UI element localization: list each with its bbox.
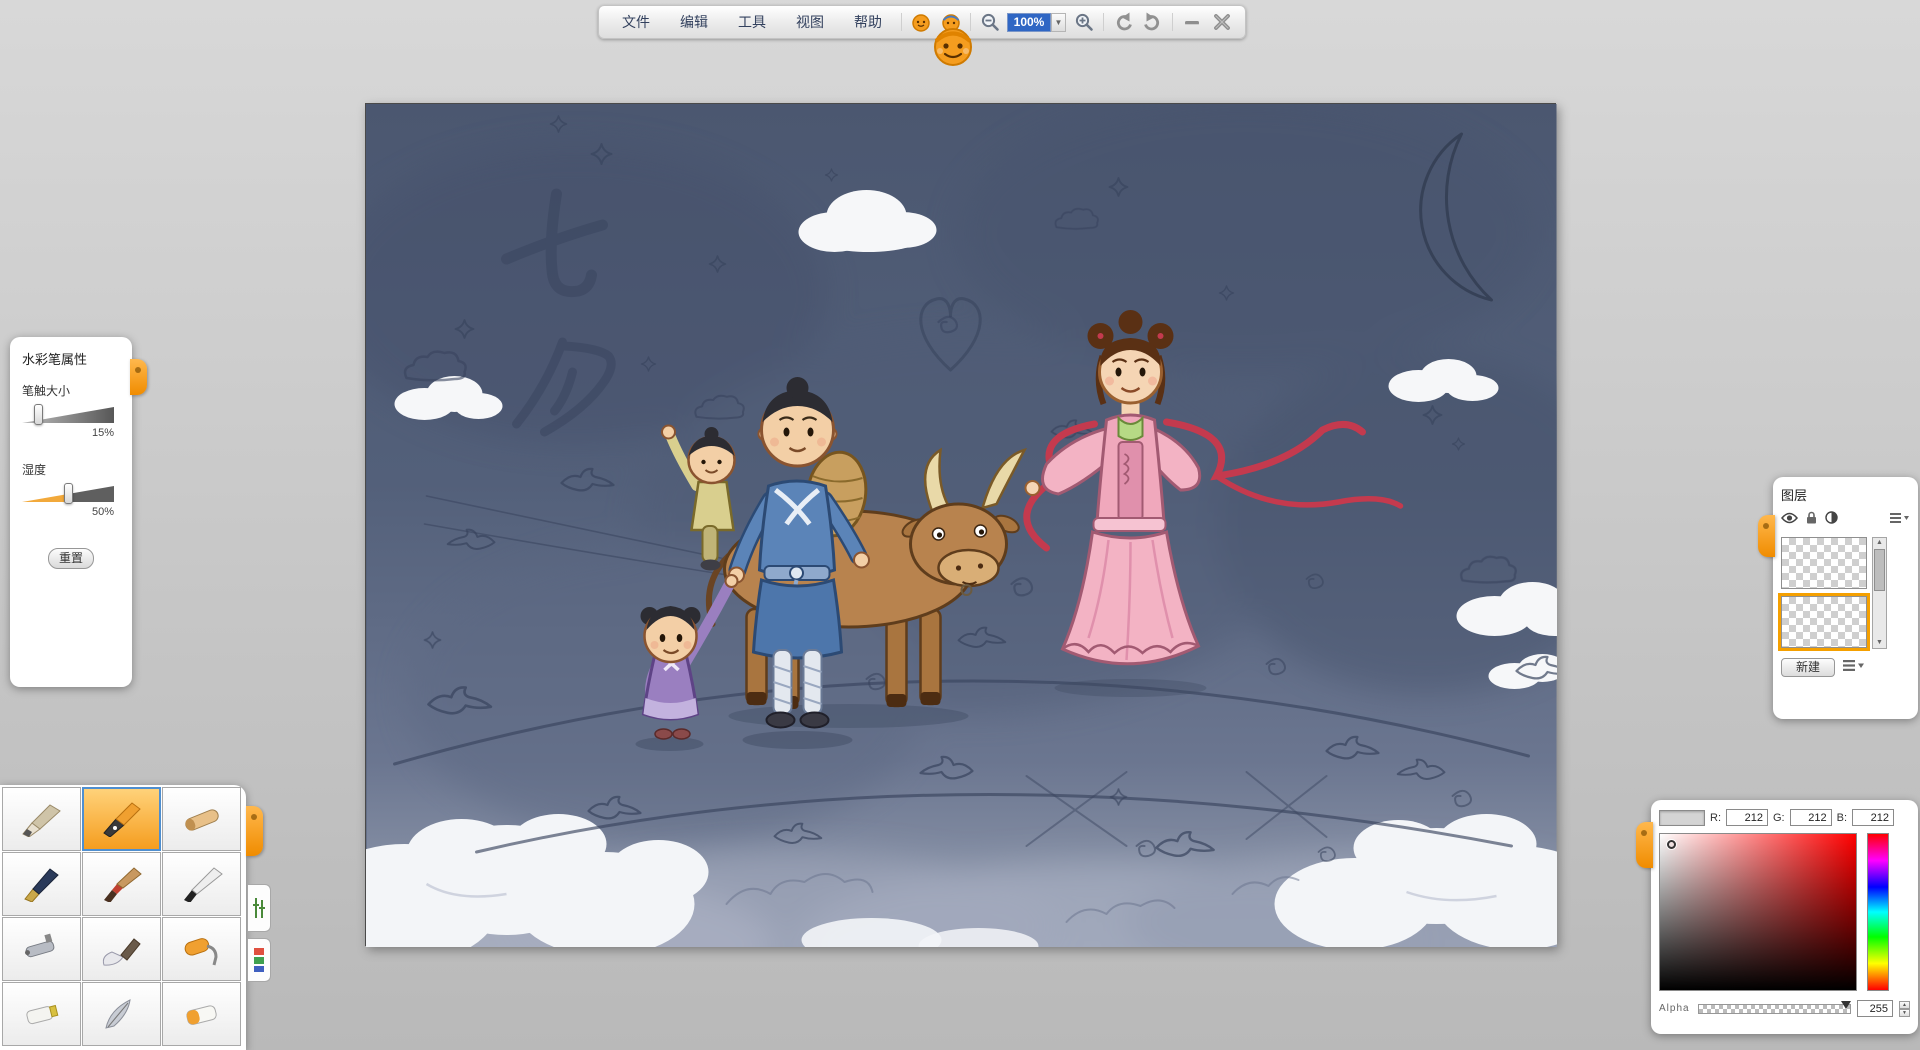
menu-file[interactable]: 文件: [607, 6, 665, 38]
layer-lock-icon[interactable]: [1805, 511, 1818, 529]
r-input[interactable]: [1726, 809, 1768, 826]
undo-icon[interactable]: [1111, 10, 1135, 34]
menu-view[interactable]: 视图: [781, 6, 839, 38]
zoom-level-field[interactable]: 100%: [1007, 13, 1051, 32]
brush-panel-title: 水彩笔属性: [22, 349, 120, 368]
tool-ink-brush[interactable]: [162, 852, 241, 916]
canvas-artwork: [366, 104, 1557, 947]
layers-panel-title: 图层: [1781, 485, 1910, 504]
b-input[interactable]: [1852, 809, 1894, 826]
mascot-icon[interactable]: [930, 24, 976, 70]
b-label: B:: [1837, 812, 1847, 824]
brush-size-value: 15%: [22, 427, 114, 439]
brush-size-slider[interactable]: [22, 407, 114, 423]
layers-panel: 图层 ▲ ▼: [1773, 477, 1918, 719]
tool-crayon[interactable]: [162, 787, 241, 851]
bamboo-brush-tab[interactable]: [248, 884, 271, 932]
alpha-slider[interactable]: [1698, 1004, 1851, 1014]
layer-options-icon[interactable]: [1843, 659, 1865, 677]
alpha-input[interactable]: [1857, 1000, 1893, 1017]
toolbar-separator: [1103, 13, 1104, 31]
wetness-slider[interactable]: [22, 486, 114, 502]
brush-panel-tab[interactable]: [130, 359, 147, 395]
tool-sharp-pencil[interactable]: [2, 787, 81, 851]
redo-icon[interactable]: [1141, 10, 1165, 34]
g-input[interactable]: [1790, 809, 1832, 826]
close-icon[interactable]: [1210, 10, 1234, 34]
tool-quill-pen[interactable]: [82, 982, 161, 1046]
alpha-label: Alpha: [1659, 1003, 1692, 1014]
zoom-out-icon[interactable]: [978, 10, 1002, 34]
tool-eraser[interactable]: [162, 982, 241, 1046]
tool-pen-nib[interactable]: [82, 787, 161, 851]
brush-properties-panel: 水彩笔属性 笔触大小 15% 湿度 50% 重置: [10, 337, 132, 687]
new-layer-button[interactable]: 新建: [1781, 658, 1835, 677]
tool-palette: [0, 785, 246, 1050]
layer-thumbnail-1[interactable]: [1781, 537, 1867, 589]
layers-scrollbar[interactable]: ▲ ▼: [1872, 537, 1887, 649]
zoom-in-icon[interactable]: [1072, 10, 1096, 34]
menu-edit[interactable]: 编辑: [665, 6, 723, 38]
minimize-icon[interactable]: [1180, 10, 1204, 34]
zoom-dropdown-button[interactable]: ▼: [1051, 13, 1066, 32]
r-label: R:: [1710, 812, 1721, 824]
tool-paint-roller[interactable]: [162, 917, 241, 981]
layer-menu-icon[interactable]: [1890, 511, 1910, 529]
wetness-value: 50%: [22, 506, 114, 518]
g-label: G:: [1773, 812, 1785, 824]
layers-panel-tab[interactable]: [1758, 515, 1775, 557]
sv-cursor[interactable]: [1667, 840, 1676, 849]
main-toolbar: 文件 编辑 工具 视图 帮助 100% ▼: [598, 5, 1246, 39]
menu-tools[interactable]: 工具: [723, 6, 781, 38]
hue-slider[interactable]: [1867, 833, 1889, 991]
toolbar-separator: [1172, 13, 1173, 31]
wetness-label: 湿度: [22, 461, 120, 478]
tool-paint-tube[interactable]: [2, 982, 81, 1046]
alpha-stepper[interactable]: ▲▼: [1899, 1001, 1910, 1017]
drawing-canvas[interactable]: [365, 103, 1556, 946]
brush-size-label: 笔触大小: [22, 382, 120, 399]
tool-airbrush[interactable]: [2, 917, 81, 981]
layer-visibility-icon[interactable]: [1781, 511, 1798, 529]
tool-palette-knife[interactable]: [82, 917, 161, 981]
current-color-swatch: [1659, 810, 1705, 826]
reset-button[interactable]: 重置: [48, 548, 94, 569]
tool-paint-brush[interactable]: [82, 852, 161, 916]
color-chips-tab[interactable]: [248, 938, 271, 982]
app-root: 文件 编辑 工具 视图 帮助 100% ▼: [0, 0, 1920, 1050]
tool-palette-tab[interactable]: [246, 806, 263, 856]
tool-fountain-pen[interactable]: [2, 852, 81, 916]
color-picker-panel: R: G: B: Alpha ▲▼: [1651, 800, 1918, 1034]
toolbar-separator: [901, 13, 902, 31]
layer-thumbnail-2[interactable]: [1781, 596, 1867, 648]
layer-blend-icon[interactable]: [1825, 511, 1838, 529]
menu-help[interactable]: 帮助: [839, 6, 897, 38]
color-panel-tab[interactable]: [1636, 822, 1653, 868]
alpha-handle[interactable]: [1841, 1001, 1851, 1009]
saturation-value-picker[interactable]: [1659, 833, 1857, 991]
